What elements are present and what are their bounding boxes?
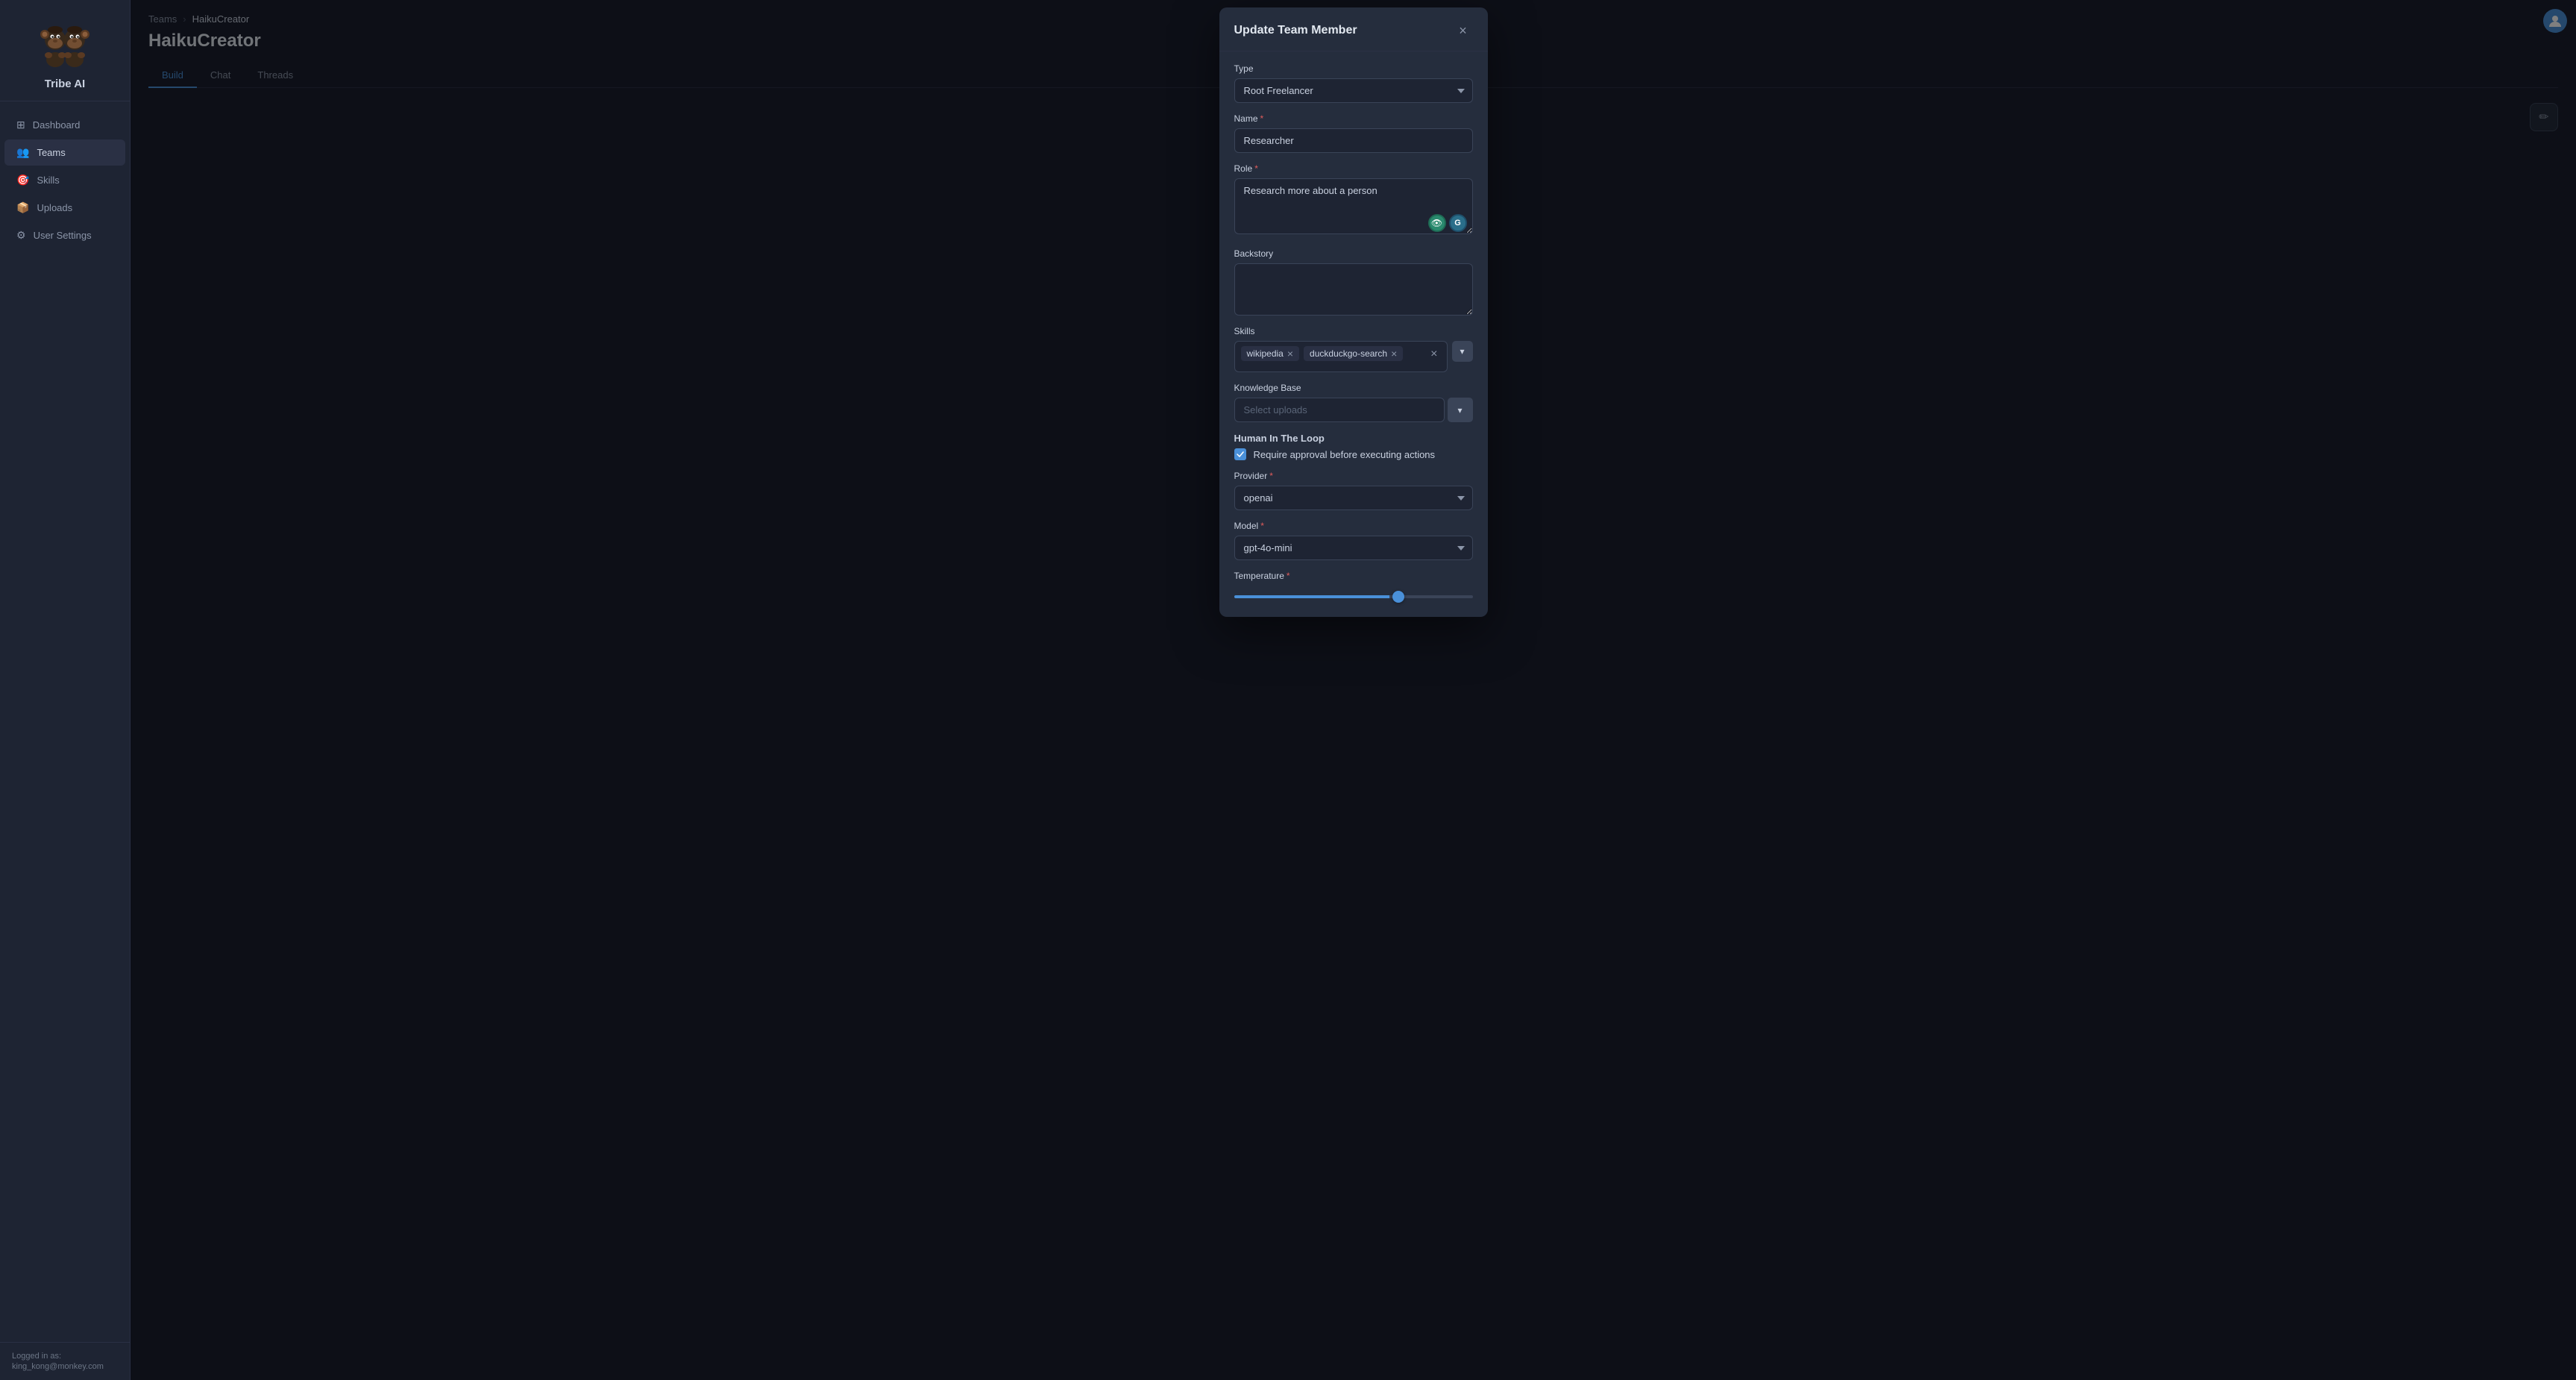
skills-field-group: Skills wikipedia × duckduckgo-search × (1234, 326, 1473, 372)
model-label: Model * (1234, 521, 1473, 531)
sidebar-item-teams[interactable]: 👥 Teams (4, 139, 125, 166)
sidebar-item-dashboard[interactable]: ⊞ Dashboard (4, 112, 125, 138)
modal-overlay: Update Team Member × Type Root Freelance… (131, 0, 2576, 1380)
tribe-ai-logo-icon (35, 13, 95, 73)
logged-in-label: Logged in as: (12, 1352, 118, 1361)
knowledge-base-dropdown-button[interactable]: ▾ (1448, 398, 1473, 422)
knowledge-base-select[interactable]: Select uploads (1234, 398, 1445, 422)
knowledge-base-wrapper: Select uploads ▾ (1234, 398, 1473, 422)
skill-tag-label: wikipedia (1247, 348, 1284, 359)
skills-dropdown-button[interactable]: ▾ (1452, 341, 1473, 362)
provider-select[interactable]: openai anthropic gemini (1234, 486, 1473, 510)
sidebar-item-skills[interactable]: 🎯 Skills (4, 167, 125, 193)
skills-input-area[interactable]: wikipedia × duckduckgo-search × × (1234, 341, 1448, 372)
model-required: * (1260, 521, 1264, 531)
skill-tag-remove-duckduckgo[interactable]: × (1391, 348, 1397, 359)
kb-placeholder: Select uploads (1244, 404, 1307, 415)
model-select[interactable]: gpt-4o-mini gpt-4o gpt-3.5-turbo (1234, 536, 1473, 560)
name-input[interactable] (1234, 128, 1473, 153)
dashboard-icon: ⊞ (16, 119, 25, 131)
main-content: Teams › HaikuCreator HaikuCreator Build … (131, 0, 2576, 1380)
skills-label: Skills (1234, 326, 1473, 336)
update-team-member-modal: Update Team Member × Type Root Freelance… (1219, 7, 1488, 617)
eye-icon-button[interactable]: 👁 (1428, 214, 1446, 232)
backstory-field-group: Backstory (1234, 248, 1473, 316)
name-field-group: Name * (1234, 113, 1473, 153)
sidebar-item-user-settings[interactable]: ⚙ User Settings (4, 222, 125, 248)
temperature-field-group: Temperature * (1234, 571, 1473, 605)
model-field-group: Model * gpt-4o-mini gpt-4o gpt-3.5-turbo (1234, 521, 1473, 560)
role-field-group: Role * Research more about a person 👁 G (1234, 163, 1473, 238)
sidebar-footer: Logged in as: king_kong@monkey.com (0, 1342, 130, 1380)
name-label: Name * (1234, 113, 1473, 124)
skills-clear-button[interactable]: × (1427, 346, 1440, 363)
uploads-icon: 📦 (16, 201, 29, 214)
check-icon (1237, 451, 1244, 458)
sidebar-item-label: Uploads (37, 202, 72, 213)
teams-icon: 👥 (16, 146, 29, 159)
temperature-slider-wrapper (1234, 586, 1473, 605)
sidebar-logo: Tribe AI (0, 0, 130, 101)
modal-body: Type Root Freelancer Freelancer Manager … (1219, 51, 1488, 617)
provider-field-group: Provider * openai anthropic gemini (1234, 471, 1473, 510)
skill-tag-label: duckduckgo-search (1310, 348, 1387, 359)
knowledge-base-field-group: Knowledge Base Select uploads ▾ (1234, 383, 1473, 422)
human-loop-checkbox-label: Require approval before executing action… (1254, 449, 1436, 460)
temperature-required: * (1287, 571, 1290, 581)
skills-icon: 🎯 (16, 174, 29, 186)
backstory-label: Backstory (1234, 248, 1473, 259)
role-required: * (1254, 163, 1258, 174)
sidebar-item-label: Teams (37, 147, 65, 158)
knowledge-base-label: Knowledge Base (1234, 383, 1473, 393)
role-label: Role * (1234, 163, 1473, 174)
type-select[interactable]: Root Freelancer Freelancer Manager (1234, 78, 1473, 103)
sidebar-item-label: Dashboard (33, 119, 81, 131)
modal-title: Update Team Member (1234, 24, 1357, 37)
temperature-label: Temperature * (1234, 571, 1473, 581)
type-field-group: Type Root Freelancer Freelancer Manager (1234, 63, 1473, 103)
human-loop-checkbox-row: Require approval before executing action… (1234, 448, 1473, 460)
sidebar-item-label: Skills (37, 175, 59, 186)
modal-header: Update Team Member × (1219, 7, 1488, 51)
modal-close-button[interactable]: × (1454, 21, 1473, 40)
skill-tag-wikipedia: wikipedia × (1241, 346, 1300, 361)
name-required: * (1260, 113, 1264, 124)
sidebar-item-label: User Settings (34, 230, 92, 241)
textarea-icons: 👁 G (1428, 214, 1467, 232)
temperature-slider[interactable] (1234, 595, 1473, 598)
backstory-textarea[interactable] (1234, 263, 1473, 316)
provider-required: * (1269, 471, 1273, 481)
skill-tag-duckduckgo: duckduckgo-search × (1304, 346, 1403, 361)
user-email: king_kong@monkey.com (12, 1362, 118, 1371)
g-icon-button[interactable]: G (1449, 214, 1467, 232)
human-loop-title: Human In The Loop (1234, 433, 1473, 444)
sidebar-item-uploads[interactable]: 📦 Uploads (4, 195, 125, 221)
human-in-the-loop-group: Human In The Loop Require approval befor… (1234, 433, 1473, 460)
human-loop-checkbox[interactable] (1234, 448, 1246, 460)
type-label: Type (1234, 63, 1473, 74)
user-settings-icon: ⚙ (16, 229, 26, 242)
app-name: Tribe AI (45, 78, 85, 90)
provider-label: Provider * (1234, 471, 1473, 481)
skill-tag-remove-wikipedia[interactable]: × (1287, 348, 1293, 359)
sidebar: Tribe AI ⊞ Dashboard 👥 Teams 🎯 Skills 📦 … (0, 0, 131, 1380)
sidebar-nav: ⊞ Dashboard 👥 Teams 🎯 Skills 📦 Uploads ⚙… (0, 101, 130, 1342)
role-textarea-wrapper: Research more about a person 👁 G (1234, 178, 1473, 238)
